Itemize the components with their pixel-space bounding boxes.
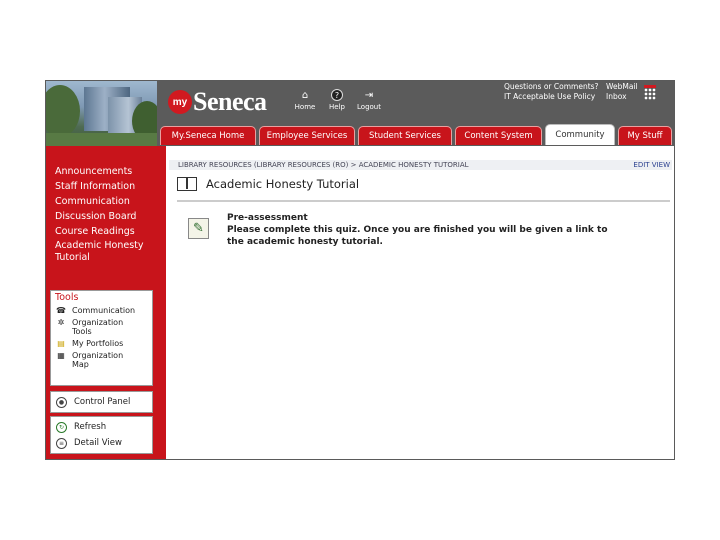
nav-academic-honesty[interactable]: Academic Honesty xyxy=(55,240,144,252)
tool-communication[interactable]: ☎ Communication xyxy=(55,306,152,315)
inbox-link[interactable]: Inbox xyxy=(606,92,638,102)
top-links: ⌂ Home ? Help ⇥ Logout xyxy=(292,89,382,111)
tool-organization-tools[interactable]: ✲ Organization Tools xyxy=(55,318,152,336)
header-links-left: Questions or Comments? IT Acceptable Use… xyxy=(504,82,599,102)
book-icon xyxy=(177,177,197,191)
myseneca-logo[interactable]: my Seneca xyxy=(168,85,267,119)
questions-link[interactable]: Questions or Comments? xyxy=(504,82,599,92)
breadcrumb-text[interactable]: LIBRARY RESOURCES (LIBRARY RESOURCES (RO… xyxy=(178,161,469,169)
tab-myseneca-home[interactable]: My.Seneca Home xyxy=(160,126,256,145)
logo-my: my xyxy=(168,90,192,114)
control-panel-box: ● Control Panel xyxy=(50,391,153,413)
logout-icon: ⇥ xyxy=(364,89,374,101)
main-content: LIBRARY RESOURCES (LIBRARY RESOURCES (RO… xyxy=(167,146,674,459)
tool-organization-map[interactable]: ▦ Organization Map xyxy=(55,351,152,369)
tab-community[interactable]: Community xyxy=(545,124,615,145)
header-links-right: WebMail Inbox xyxy=(606,82,638,102)
detail-view-link[interactable]: ≡ Detail View xyxy=(56,436,152,450)
logout-label: Logout xyxy=(357,103,381,111)
refresh-icon: ↻ xyxy=(56,421,67,433)
logo-name: Seneca xyxy=(193,87,267,116)
left-sidebar: Announcements Staff Information Communic… xyxy=(46,146,166,459)
page-title: Academic Honesty Tutorial xyxy=(206,177,360,191)
tab-my-stuff[interactable]: My Stuff xyxy=(618,126,672,145)
browser-frame: my Seneca ⌂ Home ? Help ⇥ Logout Questio… xyxy=(45,80,675,460)
breadcrumb: LIBRARY RESOURCES (LIBRARY RESOURCES (RO… xyxy=(169,160,672,170)
control-panel-label: Control Panel xyxy=(74,397,131,407)
help-label: Help xyxy=(329,103,345,111)
organization-map-icon: ▦ xyxy=(57,351,65,360)
help-link[interactable]: ? Help xyxy=(324,89,350,111)
tools-title: Tools xyxy=(55,292,79,303)
nav-announcements[interactable]: Announcements xyxy=(55,164,144,179)
acceptable-use-link[interactable]: IT Acceptable Use Policy xyxy=(504,92,599,102)
tab-bar: My.Seneca Home Employee Services Student… xyxy=(160,124,672,146)
logout-link[interactable]: ⇥ Logout xyxy=(356,89,382,112)
organization-tools-icon: ✲ xyxy=(57,318,65,327)
refresh-link[interactable]: ↻ Refresh xyxy=(56,420,152,434)
title-row: Academic Honesty Tutorial xyxy=(177,177,359,191)
control-panel-icon: ● xyxy=(56,396,67,408)
control-panel-link[interactable]: ● Control Panel xyxy=(56,395,152,409)
detail-view-label: Detail View xyxy=(74,438,122,448)
help-icon: ? xyxy=(331,89,343,101)
home-link[interactable]: ⌂ Home xyxy=(292,89,318,112)
tools-panel: Tools ☎ Communication ✲ Organization Too… xyxy=(50,290,153,386)
campus-photo xyxy=(46,81,157,146)
home-label: Home xyxy=(294,103,316,111)
item-title[interactable]: Pre-assessment xyxy=(227,213,308,223)
tool-label: Communication xyxy=(72,306,136,315)
tab-employee-services[interactable]: Employee Services xyxy=(259,126,355,145)
portfolios-icon: ▤ xyxy=(57,339,65,348)
course-menu: Announcements Staff Information Communic… xyxy=(55,164,144,264)
nav-staff-information[interactable]: Staff Information xyxy=(55,179,144,194)
tab-student-services[interactable]: Student Services xyxy=(358,126,452,145)
tool-my-portfolios[interactable]: ▤ My Portfolios xyxy=(55,339,152,348)
nav-course-readings[interactable]: Course Readings xyxy=(55,224,144,239)
tool-label: Organization Tools xyxy=(72,318,124,336)
tab-content-system[interactable]: Content System xyxy=(455,126,542,145)
apps-grid-icon[interactable] xyxy=(644,85,656,100)
edit-view-link[interactable]: EDIT VIEW xyxy=(633,160,670,170)
home-icon: ⌂ xyxy=(301,89,309,101)
view-options-box: ↻ Refresh ≡ Detail View xyxy=(50,416,153,454)
webmail-link[interactable]: WebMail xyxy=(606,82,638,92)
tool-label: Organization Map xyxy=(72,351,124,369)
nav-communication[interactable]: Communication xyxy=(55,194,144,209)
item-description: Please complete this quiz. Once you are … xyxy=(227,225,608,247)
tool-label: My Portfolios xyxy=(72,339,124,348)
communication-icon: ☎ xyxy=(56,306,66,315)
detail-view-icon: ≡ xyxy=(56,437,67,449)
nav-discussion-board[interactable]: Discussion Board xyxy=(55,209,144,224)
header: my Seneca ⌂ Home ? Help ⇥ Logout Questio… xyxy=(46,81,674,146)
nav-tutorial[interactable]: Tutorial xyxy=(55,252,144,264)
title-divider xyxy=(177,200,670,202)
refresh-label: Refresh xyxy=(74,422,107,432)
assessment-icon: ✎ xyxy=(188,218,209,239)
